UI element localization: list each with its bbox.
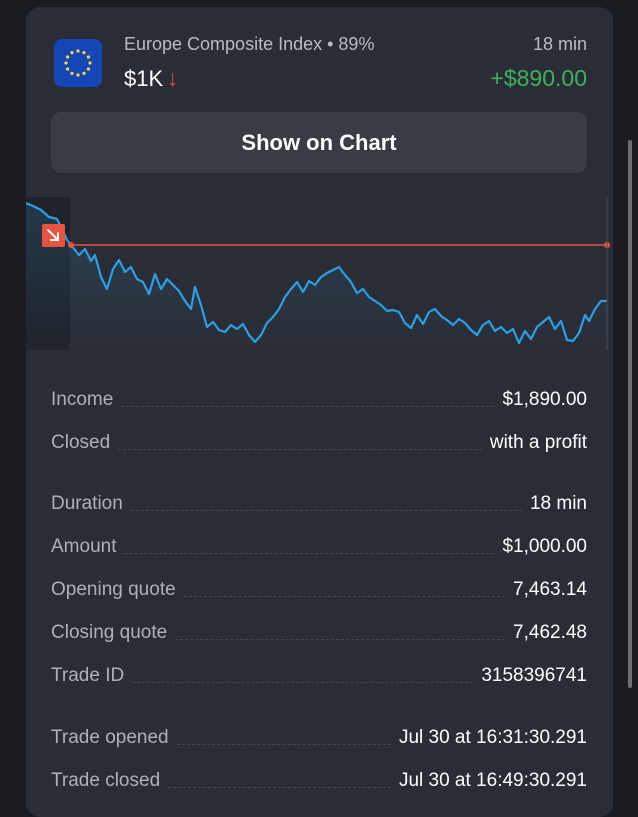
detail-row-amount: Amount $1,000.00 [51,524,587,558]
detail-label: Opening quote [51,579,176,600]
detail-value: $1,000.00 [502,536,587,557]
open-point [68,242,74,248]
detail-label: Income [51,389,114,410]
scrollbar[interactable] [628,140,632,688]
detail-value: with a profit [489,432,587,453]
trade-amount: $1K ↓ [124,66,178,92]
detail-value: 3158396741 [481,665,587,686]
trade-details-card: Europe Composite Index • 89% $1K ↓ 18 min… [26,7,613,817]
arrow-down-right-icon [42,224,65,247]
trade-amount-value: $1K [124,66,164,91]
trade-profit: +$890.00 [490,65,587,91]
detail-label: Trade ID [51,665,125,686]
detail-label: Amount [51,536,117,557]
detail-label: Duration [51,493,123,514]
detail-value: 7,462.48 [513,622,587,643]
detail-row-closing-quote: Closing quote 7,462.48 [51,610,587,644]
detail-row-opening-quote: Opening quote 7,463.14 [51,567,587,601]
detail-value: Jul 30 at 16:49:30.291 [398,770,587,791]
trade-duration: 18 min [532,34,587,54]
price-area [26,203,607,352]
asset-name: Europe Composite Index • 89% [124,34,375,54]
trade-mini-chart [26,197,610,352]
detail-row-duration: Duration 18 min [51,481,587,515]
eu-flag-icon [54,39,102,87]
detail-label: Closed [51,432,111,453]
detail-row-trade-closed: Trade closed Jul 30 at 16:49:30.291 [51,758,587,792]
arrow-down-icon: ↓ [167,66,179,91]
detail-value: $1,890.00 [502,389,587,410]
detail-label: Trade opened [51,727,169,748]
detail-row-income: Income $1,890.00 [51,377,587,411]
detail-row-closed: Closed with a profit [51,420,587,454]
detail-value: 18 min [529,493,587,514]
show-on-chart-button[interactable]: Show on Chart [51,112,587,173]
detail-row-trade-opened: Trade opened Jul 30 at 16:31:30.291 [51,715,587,749]
detail-label: Closing quote [51,622,168,643]
detail-row-trade-id: Trade ID 3158396741 [51,653,587,687]
detail-value: Jul 30 at 16:31:30.291 [398,727,587,748]
detail-value: 7,463.14 [513,579,587,600]
detail-label: Trade closed [51,770,161,791]
